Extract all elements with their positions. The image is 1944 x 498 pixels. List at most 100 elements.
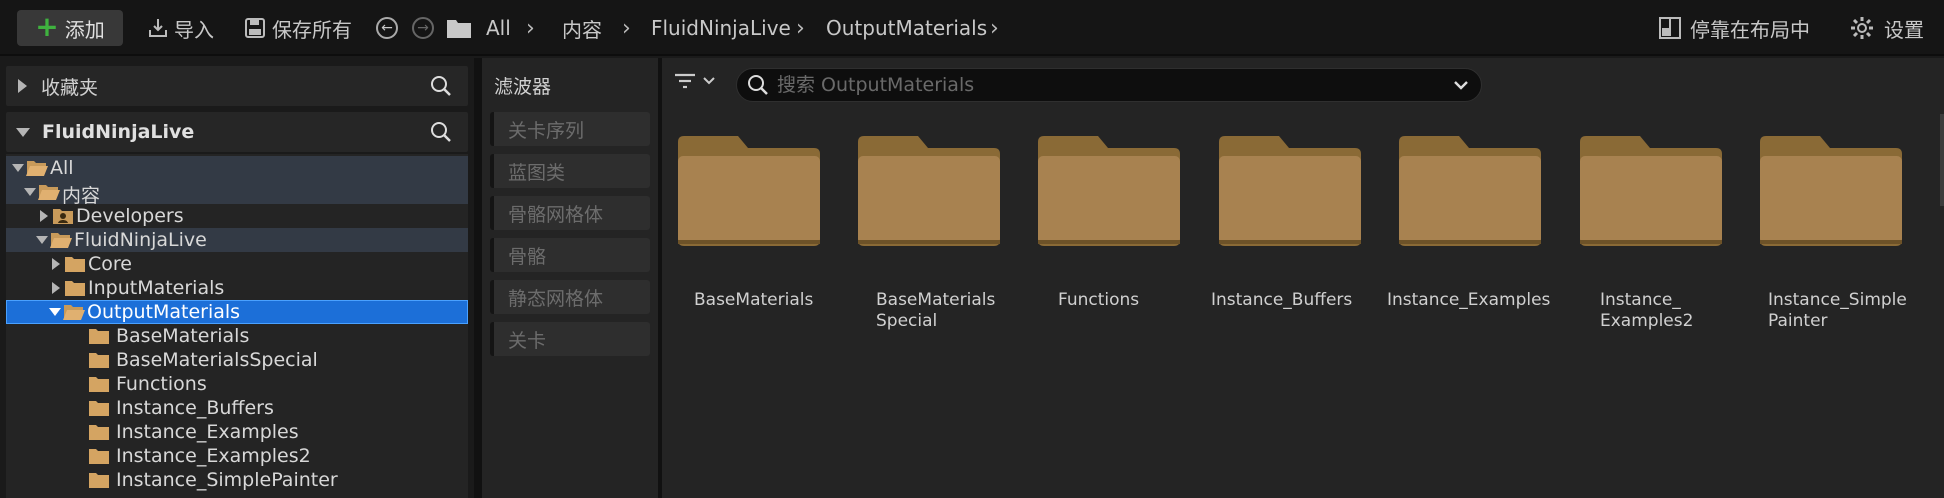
breadcrumb-fluidninjalive[interactable]: FluidNinjaLive	[651, 0, 791, 56]
chevron-down-icon[interactable]	[36, 236, 48, 244]
scrollbar[interactable]	[1940, 114, 1944, 206]
breadcrumb-label: 内容	[562, 17, 602, 42]
tree-item-outputmaterials[interactable]: OutputMaterials	[6, 300, 468, 324]
add-label: 添加	[64, 17, 105, 42]
tree-item-inputmaterials[interactable]: InputMaterials	[6, 276, 468, 300]
tree-item-label: Functions	[116, 373, 207, 395]
chevron-right-icon[interactable]: ›	[796, 0, 805, 56]
folder-icon	[89, 401, 109, 416]
chevron-right-icon[interactable]	[18, 79, 27, 93]
chevron-right-icon[interactable]: ›	[526, 0, 535, 56]
import-button[interactable]: 导入	[146, 0, 214, 56]
import-label: 导入	[174, 17, 214, 42]
tree-item-instance-examples2[interactable]: Instance_Examples2	[6, 444, 468, 468]
dock-label: 停靠在布局中	[1690, 17, 1810, 42]
save-all-label: 保存所有	[272, 17, 352, 42]
tile-label: BaseMaterials	[694, 290, 814, 310]
tree-item-all[interactable]: All	[6, 156, 468, 180]
folder-tile-instance-examples[interactable]: Instance_Examples	[1383, 130, 1550, 340]
breadcrumb-all[interactable]: All	[486, 0, 511, 56]
favorites-header[interactable]: 收藏夹	[6, 66, 468, 106]
breadcrumb-label: All	[486, 16, 511, 40]
filter-item-skeletal-mesh[interactable]: 骨骼网格体	[490, 196, 650, 230]
breadcrumb-content[interactable]: 内容	[562, 0, 602, 56]
search-icon[interactable]	[430, 121, 452, 143]
folder-tile-instance-buffers[interactable]: Instance_Buffers	[1203, 130, 1363, 340]
filter-dropdown-button[interactable]	[674, 72, 716, 90]
chevron-down-icon[interactable]	[49, 308, 61, 316]
open-folder-icon	[50, 233, 72, 248]
filter-item-static-mesh[interactable]: 静态网格体	[490, 280, 650, 314]
chevron-down-icon[interactable]	[16, 127, 30, 137]
chevron-right-icon[interactable]	[52, 282, 60, 294]
filter-item-level-sequence[interactable]: 关卡序列	[490, 112, 650, 146]
folder-tree: All 内容 Developers FluidNinjaLive Core In…	[6, 154, 468, 498]
folder-tile-basematerials[interactable]: BaseMaterials	[662, 130, 822, 340]
breadcrumb-outputmaterials[interactable]: OutputMaterials	[826, 0, 987, 56]
import-icon	[149, 19, 167, 37]
tree-item-basematerialsspecial[interactable]: BaseMaterialsSpecial	[6, 348, 468, 372]
tree-item-label: BaseMaterialsSpecial	[116, 349, 318, 371]
tile-label: Instance_Simple Painter	[1768, 290, 1907, 331]
tree-item-functions[interactable]: Functions	[6, 372, 468, 396]
folder-button[interactable]	[446, 0, 472, 56]
folder-icon	[89, 329, 109, 344]
settings-button[interactable]: 设置	[1850, 0, 1924, 56]
forward-icon: →	[412, 17, 434, 39]
folder-icon	[1038, 136, 1180, 246]
folder-tile-instance-examples2[interactable]: Instance_ Examples2	[1564, 130, 1724, 340]
filter-title: 滤波器	[494, 76, 552, 98]
chevron-right-icon[interactable]: ›	[990, 0, 999, 56]
tile-label: BaseMaterials Special	[876, 290, 996, 331]
chevron-right-icon[interactable]: ›	[622, 0, 631, 56]
filter-item-skeleton[interactable]: 骨骼	[490, 238, 650, 272]
chevron-right-icon[interactable]	[40, 210, 48, 222]
folder-tile-basematerialsspecial[interactable]: BaseMaterials Special	[842, 130, 1002, 340]
folder-tile-functions[interactable]: Functions	[1022, 130, 1182, 340]
filter-item-level[interactable]: 关卡	[490, 322, 650, 356]
back-icon: ←	[376, 17, 398, 39]
tree-item-content[interactable]: 内容	[6, 180, 468, 207]
folder-tile-instance-simplepainter[interactable]: Instance_Simple Painter	[1744, 130, 1907, 340]
filter-item-blueprint-class[interactable]: 蓝图类	[490, 154, 650, 188]
save-icon	[245, 18, 265, 38]
chevron-down-icon[interactable]	[12, 164, 24, 172]
tree-item-label: Developers	[76, 205, 184, 227]
open-folder-icon	[63, 305, 85, 320]
dock-in-layout-button[interactable]: 停靠在布局中	[1658, 0, 1810, 56]
chevron-right-icon[interactable]	[52, 258, 60, 270]
add-button[interactable]: + 添加	[17, 10, 123, 46]
developer-folder-icon	[53, 209, 73, 224]
panel-splitter[interactable]	[474, 58, 482, 498]
tree-item-instance-simplepainter[interactable]: Instance_SimplePainter	[6, 468, 468, 492]
folder-icon	[858, 136, 1000, 246]
settings-label: 设置	[1884, 17, 1924, 42]
tile-label: Functions	[1058, 290, 1140, 310]
tree-item-basematerials[interactable]: BaseMaterials	[6, 324, 468, 348]
gear-icon	[1851, 17, 1873, 39]
tree-item-label: Instance_SimplePainter	[116, 469, 338, 491]
folder-icon	[89, 473, 109, 488]
toolbar: + 添加 导入 保存所有 ← → All › 内容 › FluidNinjaLi…	[0, 0, 1944, 56]
filter-panel: 滤波器 关卡序列 蓝图类 骨骼网格体 骨骼 静态网格体 关卡	[482, 58, 658, 498]
tree-item-instance-buffers[interactable]: Instance_Buffers	[6, 396, 468, 420]
tree-item-label: Instance_Examples	[116, 421, 299, 443]
asset-view: BaseMaterials BaseMaterialsSpecial Funct…	[662, 58, 1944, 498]
folder-icon	[1219, 136, 1361, 246]
breadcrumb-label: FluidNinjaLive	[651, 16, 791, 40]
save-all-button[interactable]: 保存所有	[244, 0, 352, 56]
tree-item-fluidninjalive[interactable]: FluidNinjaLive	[6, 228, 468, 252]
chevron-down-icon[interactable]	[24, 188, 36, 196]
source-header[interactable]: FluidNinjaLive	[6, 112, 468, 152]
filter-icon	[675, 73, 695, 89]
folder-icon	[65, 281, 85, 296]
back-button[interactable]: ←	[376, 0, 398, 56]
search-icon[interactable]	[430, 75, 452, 97]
search-bar[interactable]	[736, 68, 1482, 102]
tree-item-developers[interactable]: Developers	[6, 204, 468, 228]
search-input[interactable]	[777, 73, 1417, 97]
chevron-down-icon[interactable]	[1453, 80, 1469, 92]
tree-item-core[interactable]: Core	[6, 252, 468, 276]
forward-button[interactable]: →	[412, 0, 434, 56]
tree-item-instance-examples[interactable]: Instance_Examples	[6, 420, 468, 444]
